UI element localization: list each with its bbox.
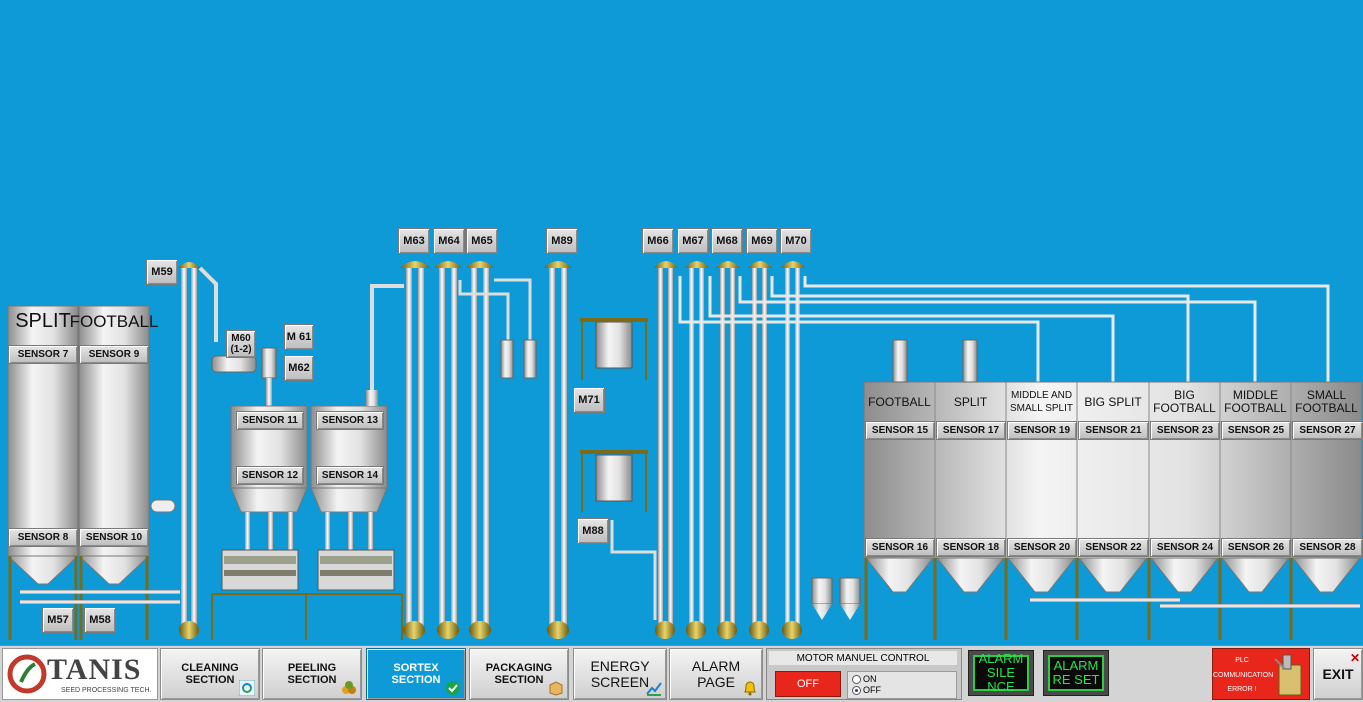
logo-subtext: SEED PROCESSING TECH. — [61, 687, 152, 694]
sensor-9: SENSOR 9 — [79, 345, 149, 364]
silo-title-2: SPLIT — [953, 394, 988, 409]
motor-m62[interactable]: M62 — [284, 355, 314, 381]
silo-title-4: BIG SPLIT — [1084, 394, 1142, 409]
chart-icon — [646, 682, 662, 696]
sensor-8: SENSOR 8 — [8, 528, 78, 547]
sensor-24: SENSOR 24 — [1150, 538, 1220, 557]
silo-title-6: MIDDLE FOOTBALL — [1224, 388, 1287, 415]
sensor-22: SENSOR 22 — [1078, 538, 1149, 557]
exit-label: EXIT — [1322, 666, 1354, 682]
sensor-27: SENSOR 27 — [1292, 421, 1363, 440]
cleaning-section-button[interactable]: CLEANING SECTION — [160, 648, 260, 700]
sensor-14: SENSOR 14 — [316, 466, 384, 485]
sensor-26: SENSOR 26 — [1221, 538, 1291, 557]
motor-off-button[interactable]: OFF — [775, 671, 841, 697]
motor-control-title: MOTOR MANUEL CONTROL — [769, 651, 957, 665]
silo-title-7: SMALL FOOTBALL — [1295, 388, 1358, 415]
motor-m68[interactable]: M68 — [711, 228, 743, 254]
sensor-11: SENSOR 11 — [236, 411, 304, 430]
elevator-m89 — [544, 261, 657, 639]
sensor-20: SENSOR 20 — [1007, 538, 1077, 557]
alarm-silence-frame: ALARM SILE NCE — [968, 650, 1034, 696]
football-silo-title: FOOTBALL — [69, 311, 159, 331]
radio-on-label: ON — [863, 674, 877, 684]
motor-on-off-radio-group: ON OFF — [847, 671, 957, 699]
plc-error-label: ERROR ! — [1227, 686, 1257, 693]
sensor-28: SENSOR 28 — [1292, 538, 1363, 557]
radio-on-circle — [852, 674, 861, 684]
sensor-25: SENSOR 25 — [1221, 421, 1291, 440]
logo-text: TANIS — [47, 653, 142, 686]
seeds-icon — [342, 681, 356, 694]
sensor-7: SENSOR 7 — [8, 345, 78, 364]
sortex-section-button[interactable]: SORTEX SECTION — [366, 648, 466, 700]
box-icon — [549, 681, 563, 696]
radio-off-circle — [852, 685, 861, 695]
sensor-15: SENSOR 15 — [865, 421, 935, 440]
alarm-reset-button[interactable]: ALARM RE SET — [1048, 655, 1104, 691]
sensor-13: SENSOR 13 — [316, 411, 384, 430]
plc-error-indicator: PLC COMMUNICATION ERROR ! — [1212, 648, 1310, 700]
alarm-page-button[interactable]: ALARM PAGE — [669, 648, 763, 700]
motor-m61[interactable]: M 61 — [284, 324, 314, 350]
radio-off-label: OFF — [863, 685, 881, 695]
motor-m69[interactable]: M69 — [746, 228, 778, 254]
motor-m60-sub: (1-2) — [230, 344, 252, 355]
motor-m60-label: M60 — [231, 333, 251, 344]
exit-icon: ✕ — [1349, 651, 1360, 665]
silo-title-3: MIDDLE AND SMALL SPLIT — [1010, 390, 1073, 414]
sensor-23: SENSOR 23 — [1150, 421, 1220, 440]
elevator-m59 — [178, 262, 218, 639]
sensor-17: SENSOR 17 — [936, 421, 1006, 440]
plc-device-icon — [1274, 654, 1302, 696]
motor-m67[interactable]: M67 — [677, 228, 709, 254]
peeling-section-button[interactable]: PEELING SECTION — [262, 648, 362, 700]
energy-screen-label: ENERGY SCREEN — [590, 658, 650, 690]
refresh-icon — [239, 680, 255, 696]
motor-manual-control-panel: MOTOR MANUEL CONTROL OFF ON OFF — [766, 648, 962, 700]
alarm-reset-frame: ALARM RE SET — [1043, 650, 1109, 696]
motor-m88[interactable]: M88 — [577, 518, 609, 544]
radio-off[interactable]: OFF — [852, 685, 881, 695]
sensor-12: SENSOR 12 — [236, 466, 304, 485]
sensor-10: SENSOR 10 — [79, 528, 149, 547]
cleaning-section-label: CLEANING SECTION — [181, 662, 239, 686]
tanis-logo: TANIS SEED PROCESSING TECH. — [2, 648, 158, 700]
motor-m66[interactable]: M66 — [642, 228, 674, 254]
sortex-section-label: SORTEX SECTION — [391, 662, 441, 686]
exit-button[interactable]: EXIT ✕ — [1313, 648, 1363, 700]
bottom-toolbar: TANIS SEED PROCESSING TECH. CLEANING SEC… — [0, 645, 1363, 702]
logo-icon — [7, 654, 47, 694]
bell-icon — [744, 681, 756, 696]
peeling-section-label: PEELING SECTION — [287, 662, 337, 686]
plc-label: PLC — [1235, 657, 1249, 664]
check-icon — [446, 681, 460, 695]
elevators-m63-m65 — [400, 261, 537, 639]
motor-m65[interactable]: M65 — [466, 228, 498, 254]
energy-screen-button[interactable]: ENERGY SCREEN — [573, 648, 667, 700]
packaging-section-label: PACKAGING SECTION — [485, 662, 553, 686]
silo-title-1: FOOTBALL — [868, 394, 931, 409]
alarm-page-label: ALARM PAGE — [691, 658, 741, 690]
sensor-16: SENSOR 16 — [865, 538, 935, 557]
sensor-18: SENSOR 18 — [936, 538, 1006, 557]
motor-m71[interactable]: M71 — [573, 387, 605, 413]
silo-title-5: BIG FOOTBALL — [1153, 388, 1216, 415]
motor-m59[interactable]: M59 — [146, 259, 178, 285]
motor-m64[interactable]: M64 — [433, 228, 465, 254]
motor-m60[interactable]: M60 (1-2) — [226, 330, 256, 358]
motor-m57[interactable]: M57 — [42, 607, 74, 633]
motor-m63[interactable]: M63 — [398, 228, 430, 254]
radio-on[interactable]: ON — [852, 674, 877, 684]
alarm-silence-button[interactable]: ALARM SILE NCE — [973, 652, 1029, 694]
motor-m70[interactable]: M70 — [780, 228, 812, 254]
motor-m58[interactable]: M58 — [84, 607, 116, 633]
split-silo-title: SPLIT — [15, 309, 71, 332]
sensor-19: SENSOR 19 — [1007, 421, 1077, 440]
packaging-section-button[interactable]: PACKAGING SECTION — [469, 648, 569, 700]
motor-m89[interactable]: M89 — [546, 228, 578, 254]
plc-communication-label: COMMUNICATION — [1213, 672, 1274, 679]
sensor-21: SENSOR 21 — [1078, 421, 1149, 440]
